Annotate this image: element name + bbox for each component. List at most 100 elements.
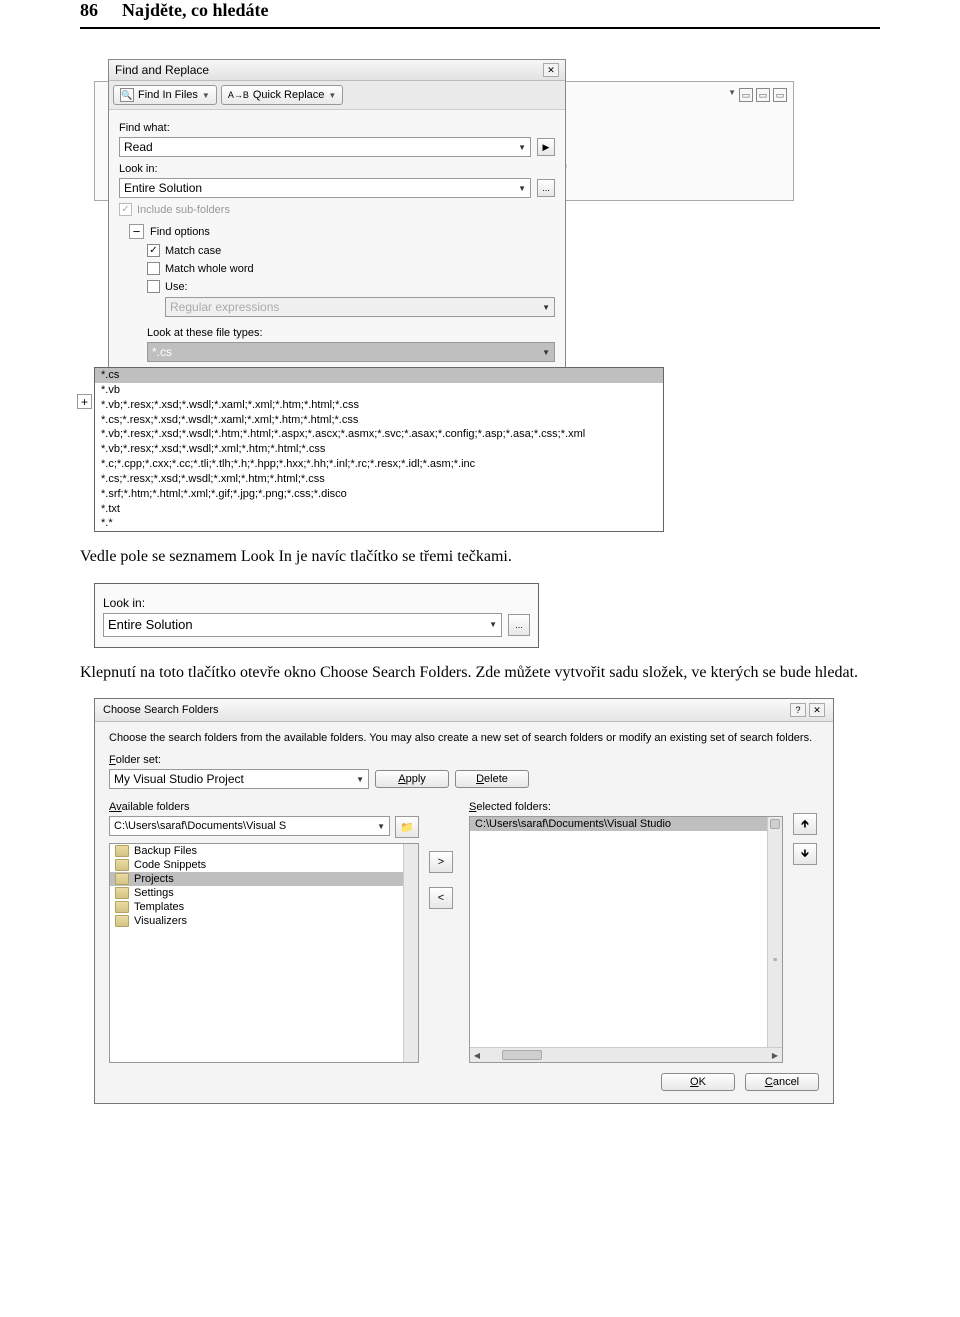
page-header: 86 Najděte, co hledáte (80, 0, 880, 29)
use-checkbox[interactable] (147, 280, 160, 293)
close-icon[interactable]: ✕ (543, 63, 559, 77)
scrollbar-thumb[interactable] (770, 819, 780, 829)
selected-folder-item[interactable]: C:\Users\saraf\Documents\Visual Studio (470, 817, 782, 831)
available-folder-item[interactable]: Visualizers (110, 914, 418, 928)
match-case-label: Match case (165, 245, 221, 257)
chevron-down-icon[interactable]: ▼ (377, 822, 385, 831)
available-folder-item[interactable]: Templates (110, 900, 418, 914)
delete-button[interactable]: Delete (455, 770, 529, 788)
file-types-dropdown-list[interactable]: + *.cs*.vb*.vb;*.resx;*.xsd;*.wsdl;*.xam… (94, 367, 664, 532)
available-folders-listbox[interactable]: Backup Files Code SnippetsProjectsSetting… (109, 843, 419, 1063)
find-what-value: Read (124, 140, 153, 154)
move-down-button[interactable]: 🡻 (793, 843, 817, 865)
scroll-right-icon[interactable]: ▶ (768, 1051, 782, 1060)
remove-folder-button[interactable]: < (429, 887, 453, 909)
file-type-option[interactable]: *.cs (95, 368, 663, 383)
folder-item-label: Code Snippets (134, 859, 206, 871)
find-in-files-icon: 🔍 (120, 88, 134, 102)
folder-item-label: Backup Files (134, 845, 197, 857)
page-number: 86 (80, 0, 98, 21)
folder-item-label: Visualizers (134, 915, 187, 927)
cancel-button[interactable]: Cancel (745, 1073, 819, 1091)
file-type-option[interactable]: *.c;*.cpp;*.cxx;*.cc;*.tli;*.tlh;*.h;*.h… (95, 457, 663, 472)
available-path-input[interactable]: C:\Users\saraf\Documents\Visual S ▼ (109, 816, 390, 836)
toolbar-caret-icon[interactable]: ▼ (728, 88, 736, 102)
chevron-down-icon[interactable]: ▼ (518, 184, 526, 193)
help-icon[interactable]: ? (790, 703, 806, 717)
find-what-label: Find what: (119, 122, 555, 134)
chevron-down-icon[interactable]: ▼ (356, 775, 364, 784)
find-in-files-tab[interactable]: 🔍 Find In Files ▼ (113, 85, 217, 105)
scrollbar-thumb[interactable] (502, 1050, 542, 1060)
selected-folders-label: Selected folders: (469, 801, 783, 813)
tab-caret-icon[interactable]: ▼ (328, 91, 336, 100)
file-type-option[interactable]: *.vb;*.resx;*.xsd;*.wsdl;*.xaml;*.xml;*.… (95, 398, 663, 413)
scrollbar-mark: ≡ (768, 957, 782, 964)
file-type-option[interactable]: *.* (95, 516, 663, 531)
find-and-replace-panel: Find and Replace ✕ 🔍 Find In Files ▼ A→B… (108, 59, 566, 373)
find-what-input[interactable]: Read ▼ (119, 137, 531, 157)
find-options-label: Find options (150, 226, 210, 238)
horizontal-scrollbar[interactable]: ◀ ▶ (470, 1047, 782, 1062)
dialog-title: Choose Search Folders (103, 704, 219, 716)
file-type-option[interactable]: *.srf;*.htm;*.html;*.xml;*.gif;*.jpg;*.p… (95, 487, 663, 502)
file-types-label: Look at these file types: (147, 327, 555, 339)
file-type-option[interactable]: *.vb (95, 383, 663, 398)
available-folder-item[interactable]: Code Snippets (110, 858, 418, 872)
move-up-button[interactable]: 🡹 (793, 813, 817, 835)
chevron-down-icon[interactable]: ▼ (518, 143, 526, 152)
ok-button[interactable]: OK (661, 1073, 735, 1091)
close-icon[interactable]: ✕ (809, 703, 825, 717)
choose-search-folders-dialog: Choose Search Folders ? ✕ Choose the sea… (94, 698, 834, 1104)
page-title: Najděte, co hledáte (122, 0, 268, 21)
look-in-browse-button[interactable]: ... (537, 179, 555, 197)
selected-folders-listbox[interactable]: C:\Users\saraf\Documents\Visual Studio ≡… (469, 816, 783, 1063)
match-case-checkbox[interactable]: ✓ (147, 244, 160, 257)
apply-button[interactable]: Apply (375, 770, 449, 788)
toolbar-icon-2[interactable]: ▭ (756, 88, 770, 102)
find-what-expand-button[interactable]: ▶ (537, 138, 555, 156)
file-type-option[interactable]: *.vb;*.resx;*.xsd;*.wsdl;*.htm;*.html;*.… (95, 427, 663, 442)
file-types-input[interactable]: *.cs ▼ (147, 342, 555, 362)
available-folder-item[interactable]: Projects (110, 872, 418, 886)
chevron-down-icon[interactable]: ▼ (542, 348, 550, 357)
folder-set-input[interactable]: My Visual Studio Project ▼ (109, 769, 369, 789)
look-in-label: Look in: (119, 163, 555, 175)
folder-set-label: Folder set: (109, 754, 819, 766)
find-options-expander[interactable]: − (129, 224, 144, 239)
folder-icon (115, 901, 129, 913)
folder-item-label: Templates (134, 901, 184, 913)
folder-icon (115, 873, 129, 885)
file-type-option[interactable]: *.cs;*.resx;*.xsd;*.wsdl;*.xaml;*.xml;*.… (95, 413, 663, 428)
vertical-scrollbar[interactable] (403, 844, 418, 1062)
scroll-left-icon[interactable]: ◀ (470, 1051, 484, 1060)
lookin-snippet-label: Look in: (103, 596, 530, 610)
lookin-snippet-input[interactable]: Entire Solution ▼ (103, 613, 502, 637)
chevron-down-icon: ▼ (542, 303, 550, 312)
file-type-option[interactable]: *.cs;*.resx;*.xsd;*.wsdl;*.xml;*.htm;*.h… (95, 472, 663, 487)
file-type-option[interactable]: *.txt (95, 502, 663, 517)
file-type-option[interactable]: *.vb;*.resx;*.xsd;*.wsdl;*.xml;*.htm;*.h… (95, 442, 663, 457)
include-subfolders-label: Include sub-folders (137, 204, 230, 216)
available-path-value: C:\Users\saraf\Documents\Visual S (114, 820, 286, 832)
results-expander[interactable]: + (77, 394, 92, 409)
add-folder-button[interactable]: > (429, 851, 453, 873)
folder-icon (115, 887, 129, 899)
folder-up-button[interactable]: 📁 (395, 816, 419, 838)
lookin-snippet-browse-button[interactable]: ... (508, 614, 530, 636)
use-label: Use: (165, 281, 188, 293)
available-folder-item[interactable]: Backup Files (110, 844, 418, 858)
look-in-snippet: Look in: Entire Solution ▼ ... (94, 583, 539, 648)
file-types-value: *.cs (152, 345, 172, 359)
chevron-down-icon[interactable]: ▼ (489, 620, 497, 629)
available-folder-item[interactable]: Settings (110, 886, 418, 900)
tab-caret-icon[interactable]: ▼ (202, 91, 210, 100)
quick-replace-tab[interactable]: A→B Quick Replace ▼ (221, 85, 343, 105)
vertical-scrollbar[interactable]: ≡ (767, 817, 782, 1062)
folder-icon (115, 915, 129, 927)
find-in-files-label: Find In Files (138, 89, 198, 101)
toolbar-icon-3[interactable]: ▭ (773, 88, 787, 102)
look-in-input[interactable]: Entire Solution ▼ (119, 178, 531, 198)
toolbar-icon-1[interactable]: ▭ (739, 88, 753, 102)
match-whole-word-checkbox[interactable] (147, 262, 160, 275)
